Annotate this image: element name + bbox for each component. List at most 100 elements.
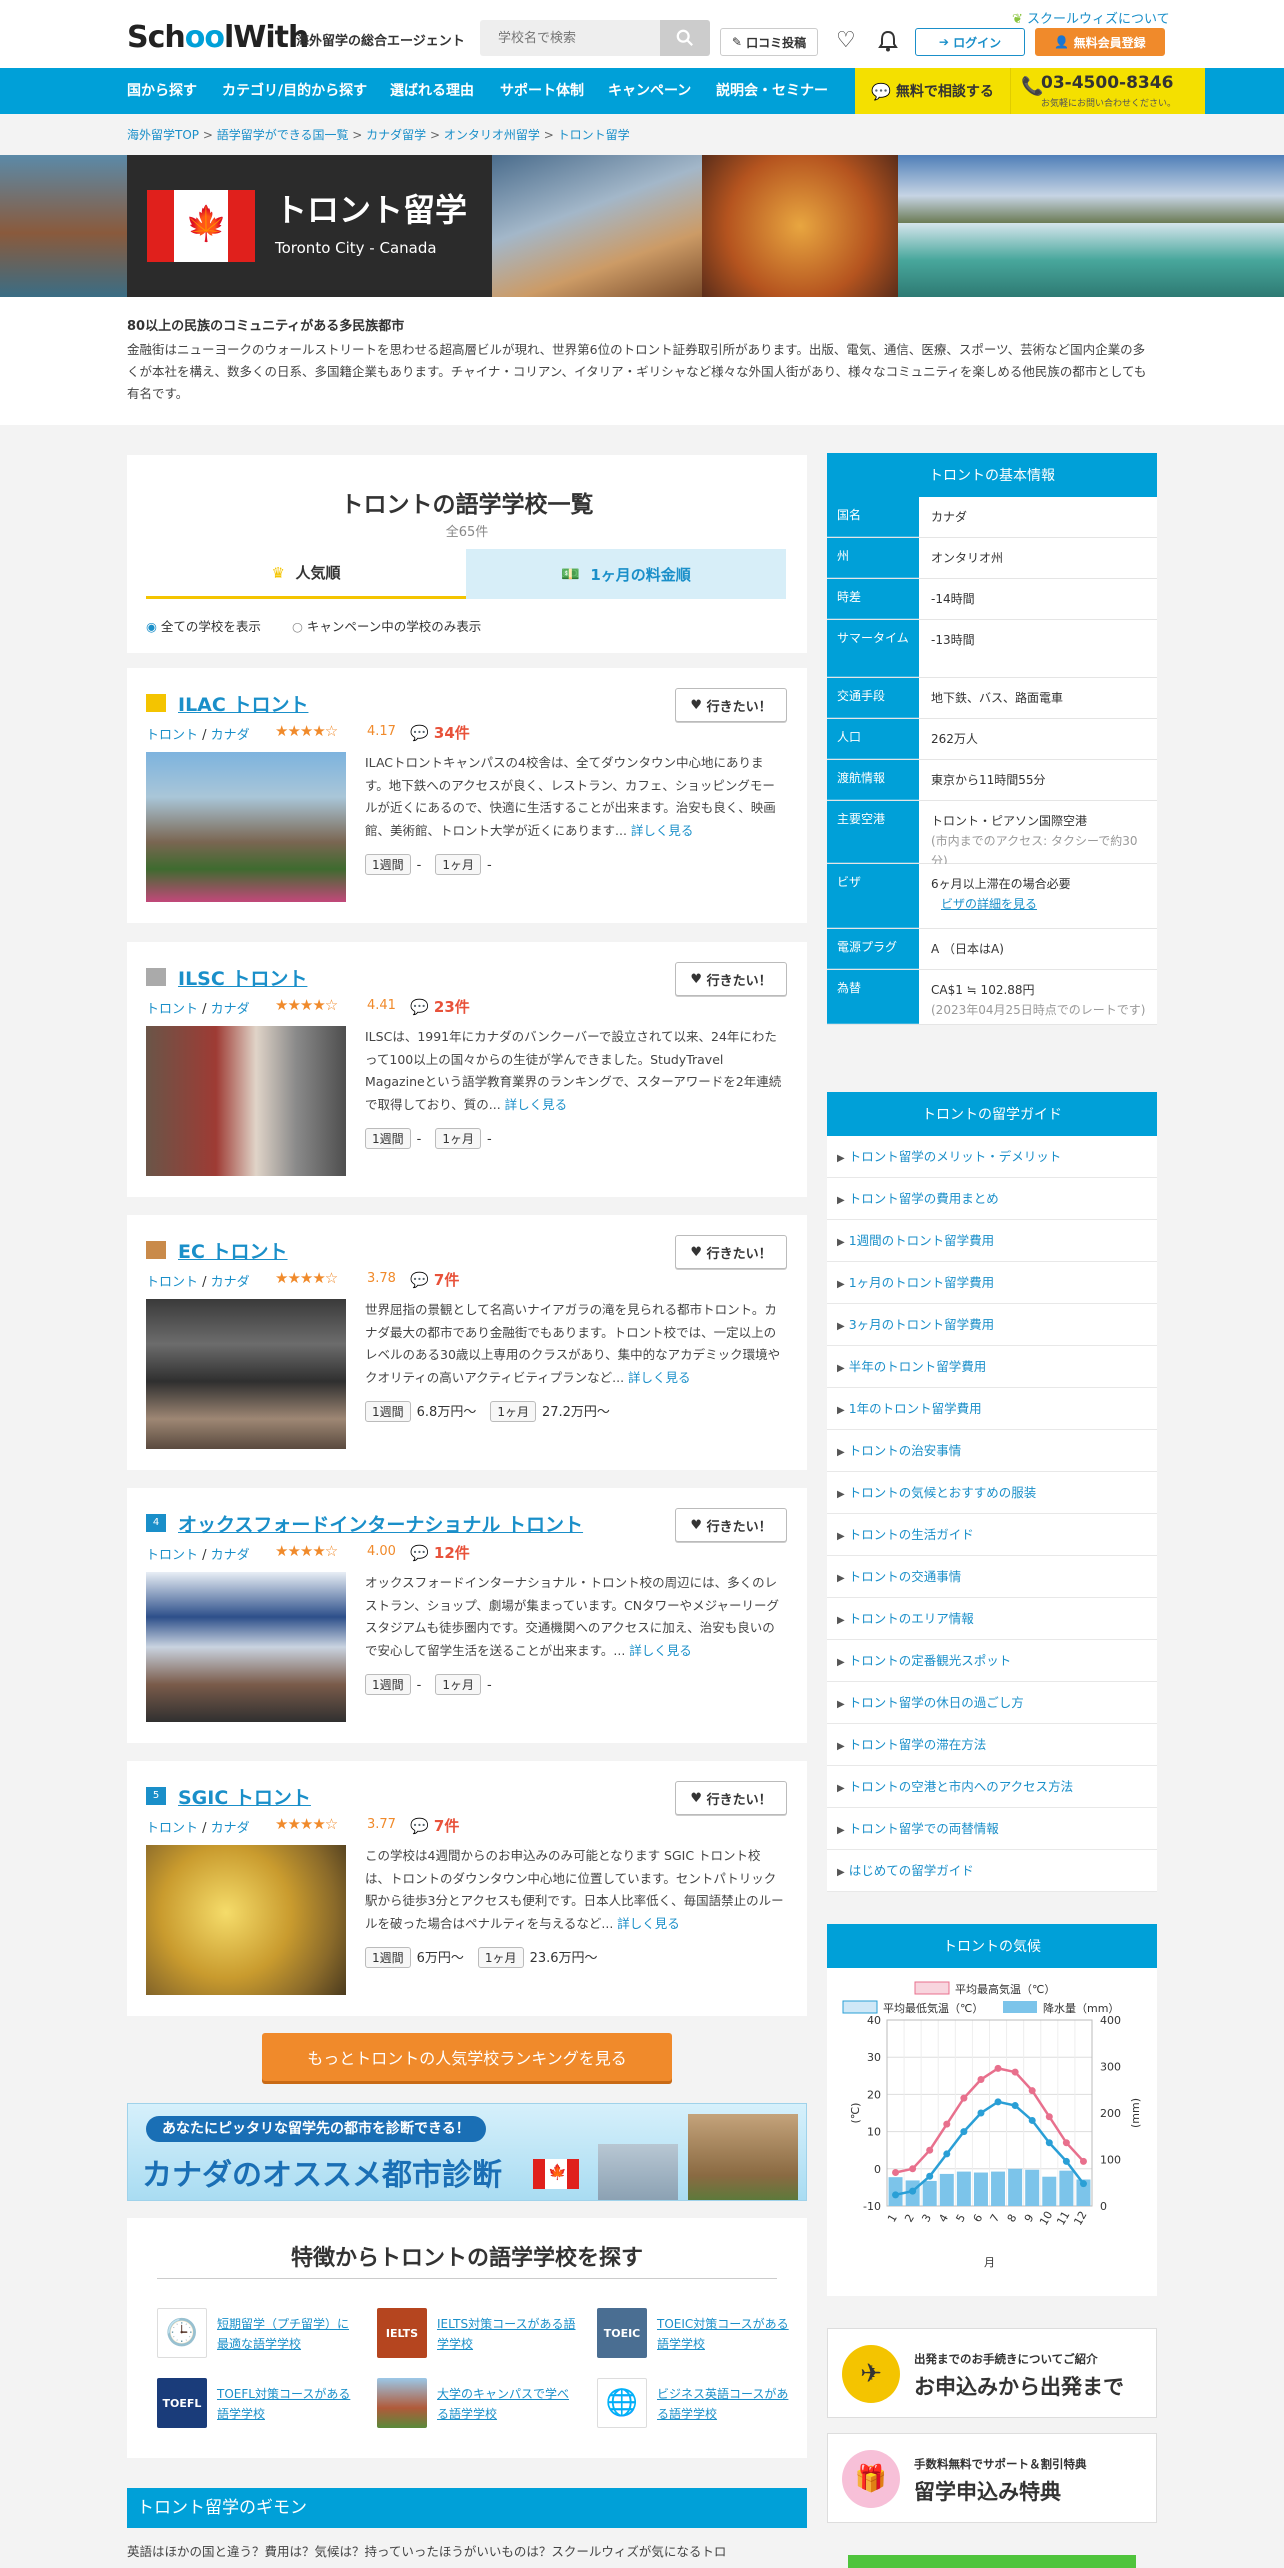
guide-link[interactable]: トロントのエリア情報: [849, 1611, 974, 1626]
guide-item[interactable]: ▶ トロント留学のメリット・デメリット: [827, 1136, 1157, 1178]
school-name[interactable]: オックスフォードインターナショナル トロント: [178, 1510, 583, 1537]
review-count[interactable]: 💬 34件: [410, 722, 470, 743]
guide-link[interactable]: トロント留学のメリット・デメリット: [849, 1149, 1062, 1164]
country-link[interactable]: カナダ: [211, 1002, 250, 1017]
more-ranking-button[interactable]: もっとトロントの人気学校ランキングを見る: [262, 2033, 672, 2081]
want-button[interactable]: ♥ 行きたい！: [675, 1508, 787, 1542]
feature-short-term[interactable]: 🕒 短期留学（プチ留学）に最適な語学学校: [157, 2308, 357, 2368]
review-count[interactable]: 💬 23件: [410, 996, 470, 1017]
nav-category[interactable]: カテゴリ/目的から探す: [222, 68, 367, 114]
breadcrumb-toronto[interactable]: トロント留学: [558, 128, 630, 142]
more-link[interactable]: 詳しく見る: [629, 1643, 692, 1658]
guide-item[interactable]: ▶ トロント留学の休日の過ごし方: [827, 1682, 1157, 1724]
breadcrumb-countries[interactable]: 語学留学ができる国一覧: [217, 128, 349, 142]
search-input[interactable]: [480, 20, 660, 56]
school-photo[interactable]: [146, 1299, 346, 1449]
guide-link[interactable]: トロント留学の費用まとめ: [849, 1191, 999, 1206]
breadcrumb-ontario[interactable]: オンタリオ州留学: [444, 128, 540, 142]
perk-banner[interactable]: 🎁 手数料無料でサポート＆割引特典 留学申込み特典: [827, 2433, 1157, 2523]
guide-item[interactable]: ▶ トロントの気候とおすすめの服装: [827, 1472, 1157, 1514]
more-link[interactable]: 詳しく見る: [628, 1370, 691, 1385]
review-post-button[interactable]: ✎ 口コミ投稿: [720, 28, 818, 56]
guide-link[interactable]: トロントの定番観光スポット: [849, 1653, 1012, 1668]
site-logo[interactable]: SchoolWith: [127, 20, 309, 55]
search-button[interactable]: [660, 20, 710, 56]
green-banner[interactable]: [848, 2555, 1136, 2568]
guide-item[interactable]: ▶ 3ヶ月のトロント留学費用: [827, 1304, 1157, 1346]
review-count[interactable]: 💬 7件: [410, 1269, 459, 1290]
feature-campus[interactable]: 大学のキャンパスで学べる語学学校: [377, 2378, 577, 2438]
city-link[interactable]: トロント: [146, 1821, 198, 1836]
guide-link[interactable]: 1ヶ月のトロント留学費用: [849, 1275, 994, 1290]
guide-link[interactable]: 1年のトロント留学費用: [849, 1401, 982, 1416]
review-count[interactable]: 💬 12件: [410, 1542, 470, 1563]
city-link[interactable]: トロント: [146, 1002, 198, 1017]
city-link[interactable]: トロント: [146, 1548, 198, 1563]
want-button[interactable]: ♥ 行きたい！: [675, 1781, 787, 1815]
feature-toefl[interactable]: TOEFL TOEFL対策コースがある語学学校: [157, 2378, 357, 2438]
visa-detail-link[interactable]: ビザの詳細を見る: [931, 894, 1148, 914]
about-link[interactable]: ❦ スクールウィズについて: [1012, 8, 1170, 27]
school-name[interactable]: EC トロント: [178, 1237, 288, 1264]
guide-item[interactable]: ▶ トロントの交通事情: [827, 1556, 1157, 1598]
guide-item[interactable]: ▶ 1ヶ月のトロント留学費用: [827, 1262, 1157, 1304]
want-button[interactable]: ♥ 行きたい！: [675, 1235, 787, 1269]
heart-icon[interactable]: ♡: [836, 30, 856, 52]
more-link[interactable]: 詳しく見る: [617, 1916, 680, 1931]
review-count[interactable]: 💬 7件: [410, 1815, 459, 1836]
guide-link[interactable]: トロントの交通事情: [849, 1569, 962, 1584]
tab-popular[interactable]: ♛ 人気順: [146, 549, 466, 599]
guide-item[interactable]: ▶ 半年のトロント留学費用: [827, 1346, 1157, 1388]
school-name[interactable]: ILSC トロント: [178, 964, 307, 991]
guide-link[interactable]: 1週間のトロント留学費用: [849, 1233, 994, 1248]
more-link[interactable]: 詳しく見る: [631, 823, 694, 838]
guide-link[interactable]: はじめての留学ガイド: [849, 1863, 974, 1878]
want-button[interactable]: ♥ 行きたい！: [675, 688, 787, 722]
guide-item[interactable]: ▶ トロントの定番観光スポット: [827, 1640, 1157, 1682]
guide-link[interactable]: トロント留学での両替情報: [849, 1821, 999, 1836]
school-photo[interactable]: [146, 1026, 346, 1176]
feature-ielts[interactable]: IELTS IELTS対策コースがある語学学校: [377, 2308, 577, 2368]
guide-link[interactable]: トロントの気候とおすすめの服装: [849, 1485, 1037, 1500]
bell-icon[interactable]: [878, 30, 898, 56]
radio-campaign[interactable]: ○ キャンペーン中の学校のみ表示: [292, 616, 481, 635]
nav-reasons[interactable]: 選ばれる理由: [390, 68, 474, 114]
guide-item[interactable]: ▶ トロント留学の滞在方法: [827, 1724, 1157, 1766]
phone-contact[interactable]: 📞 03-4500-8346 お気軽にお問い合わせください。: [1010, 68, 1205, 114]
breadcrumb-top[interactable]: 海外留学TOP: [127, 128, 199, 142]
login-button[interactable]: ➔ ログイン: [915, 28, 1025, 56]
guide-link[interactable]: トロント留学の休日の過ごし方: [849, 1695, 1024, 1710]
country-link[interactable]: カナダ: [211, 1275, 250, 1290]
consult-button[interactable]: 💬 無料で相談する: [855, 68, 1010, 114]
city-diagnosis-banner[interactable]: あなたにピッタリな留学先の都市を診断できる！ カナダのオススメ都市診断 🍁: [127, 2103, 807, 2201]
guide-item[interactable]: ▶ トロントの生活ガイド: [827, 1514, 1157, 1556]
school-name[interactable]: SGIC トロント: [178, 1783, 311, 1810]
guide-item[interactable]: ▶ はじめての留学ガイド: [827, 1850, 1157, 1892]
guide-link[interactable]: 3ヶ月のトロント留学費用: [849, 1317, 994, 1332]
tab-price[interactable]: 💵 1ヶ月の料金順: [466, 549, 786, 599]
school-photo[interactable]: [146, 752, 346, 902]
guide-item[interactable]: ▶ トロント留学での両替情報: [827, 1808, 1157, 1850]
school-name[interactable]: ILAC トロント: [178, 690, 308, 717]
nav-campaign[interactable]: キャンペーン: [608, 68, 691, 114]
feature-toeic[interactable]: TOEIC TOEIC対策コースがある語学学校: [597, 2308, 797, 2368]
nav-seminar[interactable]: 説明会・セミナー: [716, 68, 828, 114]
city-link[interactable]: トロント: [146, 728, 198, 743]
feature-business[interactable]: 🌐 ビジネス英語コースがある語学学校: [597, 2378, 797, 2438]
guide-link[interactable]: トロントの空港と市内へのアクセス方法: [849, 1779, 1073, 1794]
want-button[interactable]: ♥ 行きたい！: [675, 962, 787, 996]
city-link[interactable]: トロント: [146, 1275, 198, 1290]
guide-item[interactable]: ▶ 1週間のトロント留学費用: [827, 1220, 1157, 1262]
radio-all[interactable]: ◉ 全ての学校を表示: [146, 616, 261, 635]
guide-item[interactable]: ▶ 1年のトロント留学費用: [827, 1388, 1157, 1430]
school-photo[interactable]: [146, 1572, 346, 1722]
guide-item[interactable]: ▶ トロントのエリア情報: [827, 1598, 1157, 1640]
country-link[interactable]: カナダ: [211, 728, 250, 743]
nav-support[interactable]: サポート体制: [500, 68, 584, 114]
guide-link[interactable]: 半年のトロント留学費用: [849, 1359, 987, 1374]
nav-country[interactable]: 国から探す: [127, 68, 197, 114]
guide-link[interactable]: トロントの治安事情: [849, 1443, 962, 1458]
school-photo[interactable]: [146, 1845, 346, 1995]
country-link[interactable]: カナダ: [211, 1548, 250, 1563]
guide-item[interactable]: ▶ トロントの治安事情: [827, 1430, 1157, 1472]
